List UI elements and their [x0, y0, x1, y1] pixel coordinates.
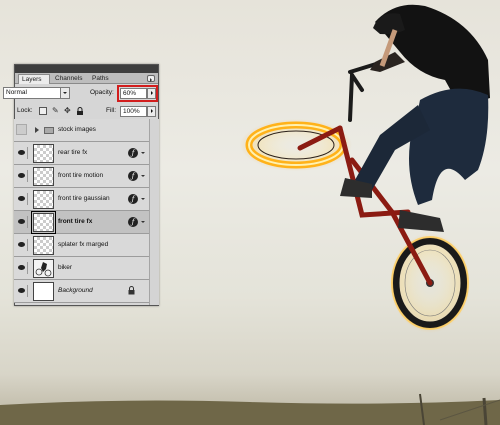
- eye-icon[interactable]: [16, 262, 28, 274]
- layer-name: front tire motion: [58, 172, 104, 179]
- panel-tabs: Layers Channels Paths: [15, 73, 158, 84]
- glowing-rear-tire: [240, 119, 352, 171]
- eye-icon[interactable]: [16, 285, 28, 297]
- grass: [0, 400, 500, 425]
- lock-move-icon[interactable]: ✥: [64, 107, 72, 115]
- fx-icon[interactable]: ƒ: [128, 217, 138, 227]
- layer-row-stock-images[interactable]: stock images: [14, 119, 149, 142]
- blend-mode-select[interactable]: Normal: [3, 87, 70, 99]
- tab-paths[interactable]: Paths: [89, 74, 112, 84]
- visibility-toggle[interactable]: [16, 124, 27, 135]
- bmx-rider: [340, 4, 490, 232]
- lock-icon: [128, 286, 135, 295]
- layer-thumbnail: [33, 236, 54, 255]
- lock-brush-icon[interactable]: ✎: [52, 107, 60, 115]
- chevron-down-icon[interactable]: [141, 221, 145, 225]
- panel-menu-button[interactable]: [147, 75, 155, 82]
- fill-slider-button[interactable]: [147, 106, 156, 117]
- fx-icon[interactable]: ƒ: [128, 148, 138, 158]
- folder-icon: [44, 127, 54, 134]
- eye-icon[interactable]: [16, 216, 28, 228]
- fence-post: [482, 397, 488, 425]
- layer-thumbnail: [33, 167, 54, 186]
- layer-row-background[interactable]: Background: [14, 280, 149, 303]
- layer-row-front-tire-gaussian[interactable]: front tire gaussian ƒ: [14, 188, 149, 211]
- fill-field[interactable]: 100%: [120, 106, 147, 117]
- layer-row-front-tire-motion[interactable]: front tire motion ƒ: [14, 165, 149, 188]
- lock-transparency-icon[interactable]: [39, 107, 47, 115]
- layer-name: splater fx marged: [58, 241, 109, 248]
- layer-name: biker: [58, 264, 73, 271]
- chevron-down-icon[interactable]: [60, 88, 69, 98]
- eye-icon[interactable]: [16, 239, 28, 251]
- opacity-label: Opacity:: [90, 89, 114, 96]
- fill-label: Fill:: [106, 107, 117, 114]
- eye-icon[interactable]: [16, 147, 28, 159]
- layer-thumbnail: [33, 190, 54, 209]
- tab-channels[interactable]: Channels: [52, 74, 85, 84]
- layers-scrollbar[interactable]: [149, 119, 159, 305]
- layer-row-splater-fx-marged[interactable]: splater fx marged: [14, 234, 149, 257]
- layer-thumbnail: [33, 259, 54, 278]
- layer-name: front tire fx: [58, 218, 93, 225]
- eye-icon[interactable]: [16, 170, 28, 182]
- layer-row-biker[interactable]: biker: [14, 257, 149, 280]
- eye-icon[interactable]: [16, 193, 28, 205]
- layer-row-rear-tire-fx[interactable]: rear tire fx ƒ: [14, 142, 149, 165]
- tab-layers[interactable]: Layers: [18, 74, 50, 84]
- chevron-down-icon[interactable]: [141, 152, 145, 156]
- opacity-highlight-box: [117, 85, 158, 102]
- blend-mode-value: Normal: [6, 89, 27, 96]
- layer-name: front tire gaussian: [58, 195, 110, 202]
- layer-thumbnail: [31, 211, 56, 234]
- lock-all-icon[interactable]: [76, 107, 84, 115]
- chevron-down-icon[interactable]: [141, 175, 145, 179]
- layer-thumbnail: [33, 144, 54, 163]
- expand-triangle-icon[interactable]: [35, 127, 42, 133]
- fx-icon[interactable]: ƒ: [128, 171, 138, 181]
- layer-name: Background: [58, 287, 93, 294]
- layer-name: stock images: [58, 126, 96, 133]
- panel-titlebar[interactable]: [15, 65, 158, 73]
- layer-thumbnail: [33, 282, 54, 301]
- chevron-down-icon[interactable]: [141, 198, 145, 202]
- fx-icon[interactable]: ƒ: [128, 194, 138, 204]
- layer-row-front-tire-fx[interactable]: front tire fx ƒ: [14, 211, 149, 234]
- layer-name: rear tire fx: [58, 149, 88, 156]
- lock-label: Lock:: [17, 107, 33, 114]
